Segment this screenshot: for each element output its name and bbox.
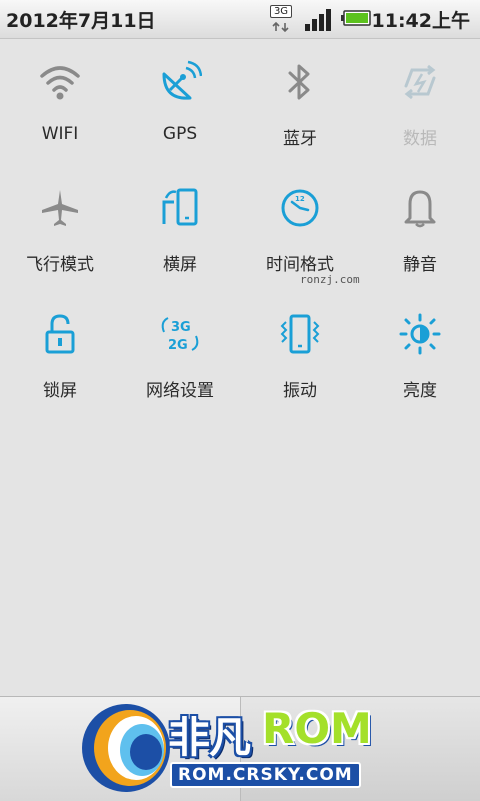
network-3g-2g-icon: 3G 2G (161, 317, 199, 353)
screen-lock-toggle[interactable]: 锁屏 (0, 292, 120, 418)
status-date: 2012年7月11日 (6, 10, 156, 32)
wifi-toggle[interactable]: WIFI (0, 40, 120, 166)
tile-label-bluetooth: 蓝牙 (283, 129, 317, 149)
data-activity-arrows-icon (272, 21, 289, 33)
mobile-data-icon (404, 64, 436, 100)
svg-text:2G: 2G (168, 338, 188, 353)
brightness-icon (399, 313, 441, 355)
bluetooth-toggle[interactable]: 蓝牙 (240, 40, 360, 166)
tile-label-data: 数据 (403, 129, 437, 149)
vibrate-toggle[interactable]: 振动 (240, 292, 360, 418)
tile-label-airplane: 飞行模式 (26, 255, 94, 275)
tile-label-lock: 锁屏 (43, 381, 77, 401)
logo-name-rom: ROM (262, 704, 372, 753)
gps-toggle[interactable]: GPS (120, 40, 240, 166)
rotation-icon (162, 188, 198, 226)
airplane-icon (42, 190, 78, 226)
tile-label-network: 网络设置 (146, 381, 214, 401)
tile-label-brightness: 亮度 (403, 381, 437, 401)
vibrate-icon (280, 314, 320, 354)
tile-label-time-format: 时间格式 (266, 255, 334, 275)
bluetooth-icon (288, 64, 310, 100)
bell-icon (404, 190, 436, 228)
logo-url: ROM.CRSKY.COM (170, 762, 361, 788)
watermark-text: ronzj.com (300, 273, 360, 286)
tile-label-silent: 静音 (403, 255, 437, 275)
network-type-label: 3G (270, 5, 292, 18)
tile-label-wifi: WIFI (41, 124, 79, 144)
brightness-toggle[interactable]: 亮度 (360, 292, 480, 418)
mobile-data-toggle[interactable]: 数据 (360, 40, 480, 166)
status-time: 11:42上午 (371, 10, 470, 32)
lock-icon (45, 314, 75, 354)
status-bar: 2012年7月11日 3G 11:42上午 (0, 0, 480, 39)
logo-name-cn: 非凡 (168, 713, 251, 762)
svg-text:12: 12 (295, 195, 305, 203)
svg-text:3G: 3G (171, 320, 191, 335)
gps-satellite-icon (162, 60, 202, 100)
network-settings-toggle[interactable]: 3G 2G 网络设置 (120, 292, 240, 418)
signal-icon (305, 9, 331, 31)
tile-label-vibrate: 振动 (283, 381, 317, 401)
clock-icon: 12 (281, 189, 319, 227)
silent-toggle[interactable]: 静音 (360, 166, 480, 292)
network-3g-icon: 3G (270, 5, 292, 33)
rotation-toggle[interactable]: 横屏 (120, 166, 240, 292)
wifi-icon (40, 66, 80, 100)
tile-label-rotation: 横屏 (163, 255, 197, 275)
battery-icon (341, 10, 371, 26)
tile-label-gps: GPS (162, 124, 198, 144)
airplane-mode-toggle[interactable]: 飞行模式 (0, 166, 120, 292)
